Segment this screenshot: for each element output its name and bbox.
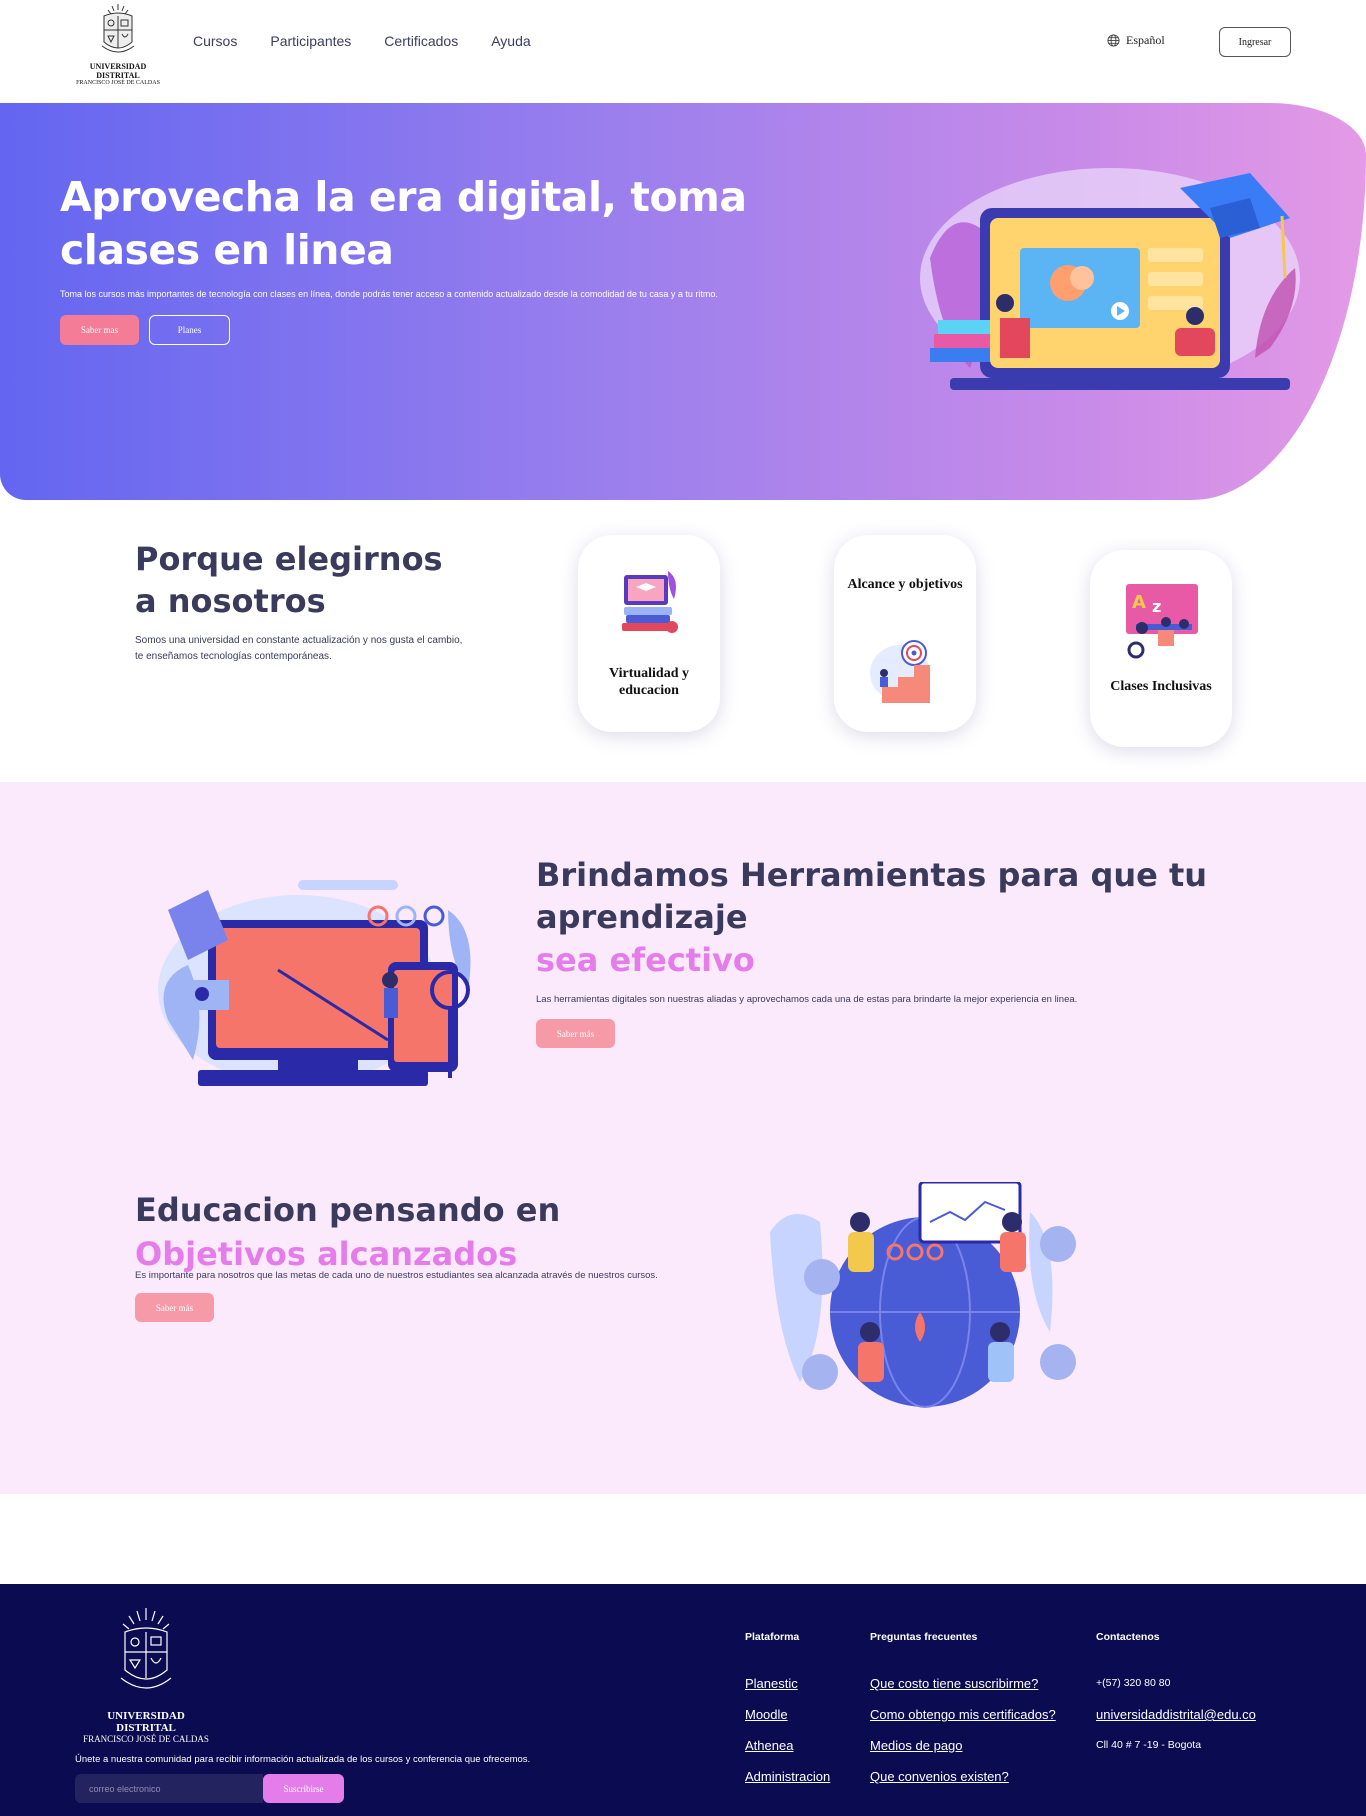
digital-tools-illustration	[158, 880, 471, 1086]
goals-accent-text: Objetivos alcanzados	[135, 1235, 518, 1273]
feature-card-alcance[interactable]: Alcance y objetivos	[834, 535, 976, 732]
footer-link-costo[interactable]: Que costo tiene suscribirme?	[870, 1676, 1056, 1691]
global-goals-illustration	[770, 1182, 1076, 1408]
nav-link-ayuda[interactable]: Ayuda	[491, 33, 530, 49]
contact-email-link[interactable]: universidaddistrital@edu.co	[1096, 1707, 1256, 1722]
subscribe-button[interactable]: Suscribirse	[263, 1774, 344, 1803]
logo-title: UNIVERSIDAD DISTRITAL	[89, 62, 147, 80]
footer-column-title: Preguntas frecuentes	[870, 1631, 978, 1643]
footer-logo[interactable]: UNIVERSIDAD DISTRITAL FRANCISCO JOSÉ DE …	[76, 1606, 216, 1744]
why-choose-title: Porque elegirnos a nosotros	[135, 540, 443, 620]
tools-description: Las herramientas digitales son nuestras …	[536, 994, 1078, 1005]
footer-contact-column: Contactenos +(57) 320 80 80 universidadd…	[1096, 1631, 1256, 1769]
laptop-books-icon	[622, 571, 678, 633]
svg-text:A: A	[1132, 592, 1146, 613]
goals-title: Educacion pensando en	[135, 1191, 561, 1229]
footer-logo-subtitle: FRANCISCO JOSÉ DE CALDAS	[83, 1734, 209, 1744]
hero-title: Aprovecha la era digital, toma clases en…	[60, 173, 747, 274]
footer-column-title: Plataforma	[745, 1631, 800, 1643]
footer-link-certificados[interactable]: Como obtengo mis certificados?	[870, 1707, 1056, 1722]
language-selector[interactable]: Español	[1107, 33, 1165, 48]
feature-card-inclusivas[interactable]: A z Clases Inclusivas	[1090, 550, 1232, 747]
top-navbar: UNIVERSIDAD DISTRITAL FRANCISCO JOSÉ DE …	[0, 0, 1366, 88]
feature-card-label: Clases Inclusivas	[1110, 679, 1212, 694]
feature-card-virtualidad[interactable]: Virtualidad y educacion	[578, 535, 720, 732]
footer-column-title: Contactenos	[1096, 1631, 1160, 1643]
nav-menu: Cursos Participantes Certificados Ayuda	[193, 33, 531, 49]
nav-link-certificados[interactable]: Certificados	[384, 33, 458, 49]
crest-icon	[120, 1608, 172, 1689]
contact-phone: +(57) 320 80 80	[1096, 1677, 1171, 1689]
university-logo[interactable]: UNIVERSIDAD DISTRITAL FRANCISCO JOSÉ DE …	[68, 2, 168, 86]
tools-title: Brindamos Herramientas para que tu apren…	[536, 856, 1208, 936]
hero-banner: Aprovecha la era digital, toma clases en…	[0, 103, 1366, 500]
footer-link-planestic[interactable]: Planestic	[745, 1676, 830, 1691]
login-button[interactable]: Ingresar	[1219, 27, 1291, 57]
nav-link-participantes[interactable]: Participantes	[270, 33, 351, 49]
tools-accent-text: sea efectivo	[536, 941, 755, 979]
site-footer: UNIVERSIDAD DISTRITAL FRANCISCO JOSÉ DE …	[0, 1584, 1366, 1816]
footer-logo-title: UNIVERSIDAD DISTRITAL	[107, 1710, 185, 1734]
footer-link-medios-pago[interactable]: Medios de pago	[870, 1738, 1056, 1753]
target-stairs-icon	[870, 640, 930, 703]
svg-text:z: z	[1152, 597, 1161, 616]
language-label: Español	[1126, 33, 1165, 47]
footer-platform-column: Plataforma Planestic Moodle Athenea Admi…	[745, 1631, 830, 1800]
newsletter-text: Únete a nuestra comunidad para recibir i…	[75, 1754, 531, 1765]
goals-description: Es importante para nosotros que las meta…	[135, 1270, 658, 1281]
classroom-icon: A z	[1126, 584, 1198, 659]
nav-link-cursos[interactable]: Cursos	[193, 33, 237, 49]
feature-card-label: Virtualidad y educacion	[609, 666, 689, 698]
why-choose-text: Somos una universidad en constante actua…	[135, 635, 463, 662]
hero-plans-button[interactable]: Planes	[149, 315, 230, 345]
feature-card-label: Alcance y objetivos	[847, 577, 963, 592]
footer-link-convenios[interactable]: Que convenios existen?	[870, 1769, 1056, 1784]
logo-subtitle: FRANCISCO JOSÉ DE CALDAS	[76, 80, 160, 86]
contact-address: Cll 40 # 7 -19 - Bogota	[1096, 1739, 1202, 1751]
hero-learn-more-button[interactable]: Saber mas	[60, 315, 139, 345]
online-class-illustration	[920, 168, 1300, 390]
footer-link-athenea[interactable]: Athenea	[745, 1738, 830, 1753]
footer-link-administracion[interactable]: Administracion	[745, 1769, 830, 1784]
goals-learn-more-button[interactable]: Saber más	[135, 1293, 214, 1322]
tools-learn-more-button[interactable]: Saber más	[536, 1019, 615, 1048]
globe-icon	[1107, 34, 1120, 47]
footer-link-moodle[interactable]: Moodle	[745, 1707, 830, 1722]
hero-subtitle: Toma los cursos más importantes de tecno…	[60, 289, 718, 299]
footer-faq-column: Preguntas frecuentes Que costo tiene sus…	[870, 1631, 1056, 1800]
crest-icon	[101, 4, 135, 53]
features-section: Brindamos Herramientas para que tu apren…	[0, 782, 1366, 1494]
newsletter-email-input[interactable]: correo electronico	[75, 1774, 263, 1803]
